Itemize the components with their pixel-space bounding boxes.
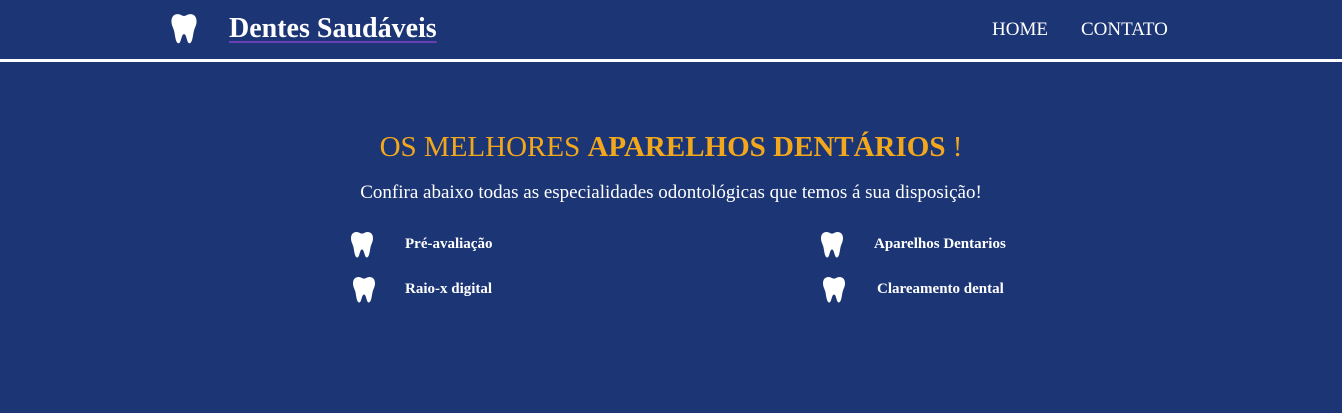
nav-home-link[interactable]: HOME — [992, 18, 1048, 42]
nav-contact-link[interactable]: CONTATO — [1081, 18, 1168, 42]
hero-title: OS MELHORES APARELHOS DENTÁRIOS ! — [0, 129, 1342, 165]
service-label: Aparelhos Dentarios — [874, 236, 1006, 252]
tooth-icon — [822, 276, 846, 304]
service-item-clareamento: Clareamento dental — [822, 276, 1042, 306]
hero-title-prefix: OS MELHORES — [379, 131, 588, 163]
service-label: Pré-avaliação — [405, 236, 493, 252]
service-item-raio-x: Raio-x digital — [352, 276, 552, 306]
service-item-aparelhos: Aparelhos Dentarios — [820, 231, 1040, 261]
site-header: Dentes Saudáveis HOME CONTATO — [0, 0, 1342, 62]
service-label: Clareamento dental — [877, 281, 1004, 297]
hero-title-suffix: ! — [945, 131, 963, 163]
hero-subtitle: Confira abaixo todas as especialidades o… — [360, 182, 982, 203]
tooth-icon — [350, 231, 374, 259]
tooth-icon — [170, 13, 198, 45]
tooth-icon — [820, 231, 844, 259]
service-label: Raio-x digital — [405, 281, 493, 297]
brand-title-link[interactable]: Dentes Saudáveis — [229, 12, 437, 46]
service-item-pre-avaliacao: Pré-avaliação — [350, 231, 550, 261]
tooth-icon — [352, 276, 376, 304]
hero-title-highlight: APARELHOS DENTÁRIOS — [587, 131, 946, 163]
